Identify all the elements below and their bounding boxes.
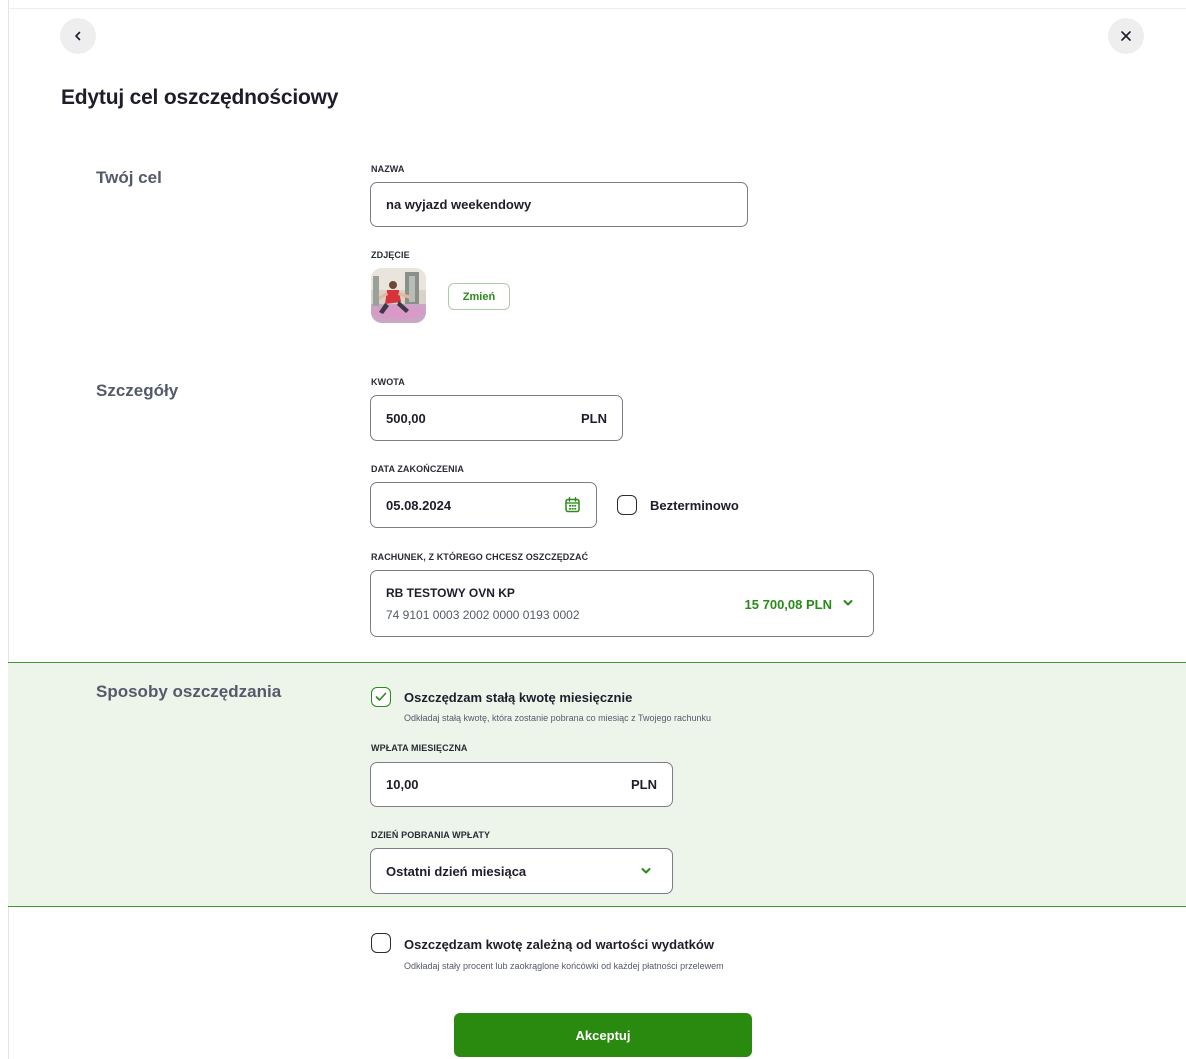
edit-savings-goal-page: Edytuj cel oszczędnościowy Twój cel NAZW… <box>0 0 1186 1059</box>
amount-currency: PLN <box>581 410 607 426</box>
photo-field-label: ZDJĘCIE <box>371 250 410 260</box>
chevron-left-icon <box>75 31 81 41</box>
collection-day-select[interactable]: Ostatni dzień miesiąca <box>370 848 673 894</box>
expense-based-label: Oszczędzam kwotę zależną od wartości wyd… <box>404 937 714 952</box>
amount-input[interactable]: 500,00 PLN <box>370 395 623 441</box>
expense-based-checkbox[interactable] <box>371 933 391 953</box>
name-input[interactable]: na wyjazd weekendowy <box>370 182 748 227</box>
account-number: 74 9101 0003 2002 0000 0193 0002 <box>386 608 580 622</box>
monthly-deposit-input[interactable]: 10,00 PLN <box>370 762 673 807</box>
collection-day-label: DZIEŃ POBRANIA WPŁATY <box>371 830 491 840</box>
accept-button[interactable]: Akceptuj <box>454 1013 752 1057</box>
amount-field-label: KWOTA <box>371 377 405 387</box>
end-date-value: 05.08.2024 <box>386 497 452 513</box>
account-balance: 15 700,08 PLN <box>744 597 832 612</box>
monthly-deposit-currency: PLN <box>631 777 657 792</box>
fixed-amount-label: Oszczędzam stałą kwotę miesięcznie <box>404 690 633 705</box>
fixed-amount-checkbox[interactable] <box>371 687 391 707</box>
end-date-input[interactable]: 05.08.2024 <box>370 482 597 528</box>
section-title-goal: Twój cel <box>96 168 162 187</box>
account-name: RB TESTOWY OVN KP <box>386 586 515 600</box>
indefinite-label: Bezterminowo <box>650 498 739 513</box>
chevron-down-icon <box>641 868 651 874</box>
indefinite-checkbox[interactable] <box>617 495 637 515</box>
name-input-value: na wyjazd weekendowy <box>386 197 532 212</box>
close-icon <box>1121 31 1131 41</box>
change-photo-button[interactable]: Zmień <box>448 283 510 310</box>
collection-day-value: Ostatni dzień miesiąca <box>386 863 527 879</box>
amount-input-value: 500,00 <box>386 410 426 426</box>
section-title-details: Szczegóły <box>96 381 179 400</box>
expense-based-description: Odkładaj stały procent lub zaokrąglone k… <box>404 961 724 971</box>
section-title-saving-methods: Sposoby oszczędzania <box>96 682 282 701</box>
page-title: Edytuj cel oszczędnościowy <box>61 86 339 109</box>
calendar-icon[interactable] <box>565 497 580 513</box>
fixed-amount-description: Odkładaj stałą kwotę, która zostanie pob… <box>404 713 712 723</box>
goal-photo-thumbnail <box>371 268 426 323</box>
monthly-deposit-value: 10,00 <box>386 777 419 792</box>
end-date-field-label: DATA ZAKOŃCZENIA <box>371 464 464 474</box>
checkmark-icon <box>375 692 387 701</box>
account-field-label: RACHUNEK, Z KTÓREGO CHCESZ OSZCZĘDZAĆ <box>371 552 589 562</box>
monthly-deposit-label: WPŁATA MIESIĘCZNA <box>371 743 468 753</box>
back-button[interactable] <box>60 18 96 54</box>
account-select[interactable]: RB TESTOWY OVN KP 74 9101 0003 2002 0000… <box>370 570 874 637</box>
top-edge-divider <box>8 8 1186 9</box>
goal-photo-image <box>371 268 426 323</box>
name-field-label: NAZWA <box>371 164 405 174</box>
close-button[interactable] <box>1108 18 1144 54</box>
chevron-down-icon <box>843 600 853 606</box>
